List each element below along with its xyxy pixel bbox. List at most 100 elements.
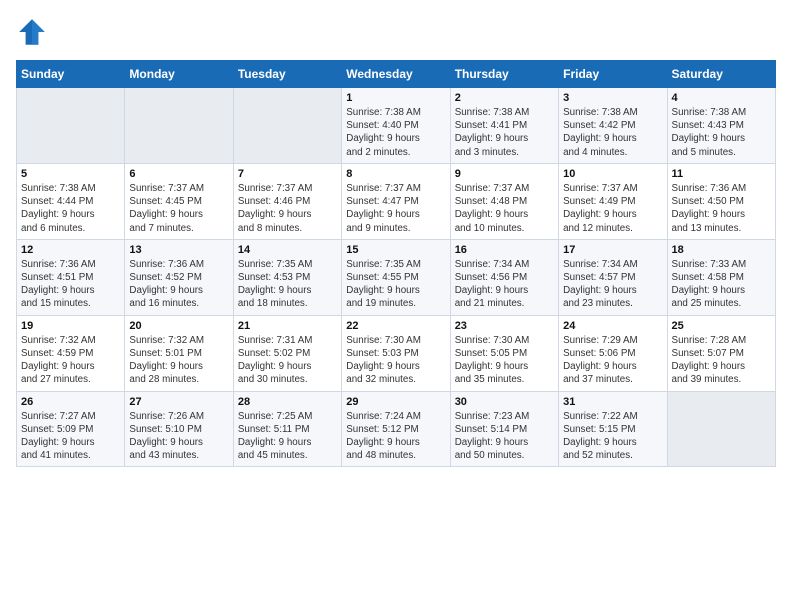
week-row-0: 1 Sunrise: 7:38 AM Sunset: 4:40 PM Daylig…	[17, 88, 776, 164]
day-cell: 2Sunrise: 7:38 AM Sunset: 4:41 PM Daylig…	[450, 88, 558, 164]
day-cell: 9 Sunrise: 7:37 AM Sunset: 4:48 PM Daylig…	[450, 163, 558, 239]
days-header-row: SundayMondayTuesdayWednesdayThursdayFrid…	[17, 61, 776, 88]
day-number: 11	[672, 168, 771, 180]
day-cell: 11 Sunrise: 7:36 AM Sunset: 4:50 PM Dayli…	[667, 163, 775, 239]
header-tuesday: Tuesday	[233, 61, 341, 88]
day-info: Sunrise: 7:26 AM Sunset: 5:10 PM Dayligh…	[129, 410, 228, 463]
day-cell: 13 Sunrise: 7:36 AM Sunset: 4:52 PM Dayli…	[125, 239, 233, 315]
day-cell: 7 Sunrise: 7:37 AM Sunset: 4:46 PM Daylig…	[233, 163, 341, 239]
day-cell	[233, 88, 341, 164]
day-info: Sunrise: 7:36 AM Sunset: 4:51 PM Dayligh…	[21, 258, 120, 311]
header-friday: Friday	[559, 61, 667, 88]
day-info: Sunrise: 7:38 AM Sunset: 4:40 PM Dayligh…	[346, 106, 445, 159]
day-cell: 23 Sunrise: 7:30 AM Sunset: 5:05 PM Dayli…	[450, 315, 558, 391]
day-info: Sunrise: 7:27 AM Sunset: 5:09 PM Dayligh…	[21, 410, 120, 463]
day-info: Sunrise: 7:38 AM Sunset: 4:44 PM Dayligh…	[21, 182, 120, 235]
day-cell: 6 Sunrise: 7:37 AM Sunset: 4:45 PM Daylig…	[125, 163, 233, 239]
day-cell: 31 Sunrise: 7:22 AM Sunset: 5:15 PM Dayli…	[559, 391, 667, 467]
logo-icon	[16, 16, 48, 48]
day-cell: 8Sunrise: 7:37 AM Sunset: 4:47 PM Daylig…	[342, 163, 450, 239]
day-number: 18	[672, 244, 771, 256]
week-row-1: 5Sunrise: 7:38 AM Sunset: 4:44 PM Daylig…	[17, 163, 776, 239]
day-info: Sunrise: 7:37 AM Sunset: 4:45 PM Dayligh…	[129, 182, 228, 235]
day-cell: 4 Sunrise: 7:38 AM Sunset: 4:43 PM Daylig…	[667, 88, 775, 164]
day-cell	[125, 88, 233, 164]
day-cell: 18 Sunrise: 7:33 AM Sunset: 4:58 PM Dayli…	[667, 239, 775, 315]
day-number: 15	[346, 244, 445, 256]
day-info: Sunrise: 7:37 AM Sunset: 4:46 PM Dayligh…	[238, 182, 337, 235]
day-info: Sunrise: 7:22 AM Sunset: 5:15 PM Dayligh…	[563, 410, 662, 463]
calendar-table: SundayMondayTuesdayWednesdayThursdayFrid…	[16, 60, 776, 467]
header-saturday: Saturday	[667, 61, 775, 88]
day-cell: 20 Sunrise: 7:32 AM Sunset: 5:01 PM Dayli…	[125, 315, 233, 391]
day-number: 19	[21, 320, 120, 332]
day-cell: 12 Sunrise: 7:36 AM Sunset: 4:51 PM Dayli…	[17, 239, 125, 315]
day-info: Sunrise: 7:36 AM Sunset: 4:50 PM Dayligh…	[672, 182, 771, 235]
day-info: Sunrise: 7:24 AM Sunset: 5:12 PM Dayligh…	[346, 410, 445, 463]
day-cell: 25 Sunrise: 7:28 AM Sunset: 5:07 PM Dayli…	[667, 315, 775, 391]
day-number: 20	[129, 320, 228, 332]
day-cell: 17Sunrise: 7:34 AM Sunset: 4:57 PM Dayli…	[559, 239, 667, 315]
day-number: 27	[129, 396, 228, 408]
day-info: Sunrise: 7:35 AM Sunset: 4:55 PM Dayligh…	[346, 258, 445, 311]
day-info: Sunrise: 7:32 AM Sunset: 4:59 PM Dayligh…	[21, 334, 120, 387]
day-info: Sunrise: 7:25 AM Sunset: 5:11 PM Dayligh…	[238, 410, 337, 463]
header-sunday: Sunday	[17, 61, 125, 88]
week-row-2: 12 Sunrise: 7:36 AM Sunset: 4:51 PM Dayli…	[17, 239, 776, 315]
day-number: 21	[238, 320, 337, 332]
day-cell: 22Sunrise: 7:30 AM Sunset: 5:03 PM Dayli…	[342, 315, 450, 391]
day-number: 10	[563, 168, 662, 180]
day-cell: 10 Sunrise: 7:37 AM Sunset: 4:49 PM Dayli…	[559, 163, 667, 239]
day-cell: 26Sunrise: 7:27 AM Sunset: 5:09 PM Dayli…	[17, 391, 125, 467]
day-info: Sunrise: 7:32 AM Sunset: 5:01 PM Dayligh…	[129, 334, 228, 387]
day-cell: 14Sunrise: 7:35 AM Sunset: 4:53 PM Dayli…	[233, 239, 341, 315]
header-thursday: Thursday	[450, 61, 558, 88]
day-info: Sunrise: 7:37 AM Sunset: 4:48 PM Dayligh…	[455, 182, 554, 235]
day-info: Sunrise: 7:38 AM Sunset: 4:43 PM Dayligh…	[672, 106, 771, 159]
day-info: Sunrise: 7:36 AM Sunset: 4:52 PM Dayligh…	[129, 258, 228, 311]
day-cell: 1 Sunrise: 7:38 AM Sunset: 4:40 PM Daylig…	[342, 88, 450, 164]
day-number: 16	[455, 244, 554, 256]
day-cell: 21Sunrise: 7:31 AM Sunset: 5:02 PM Dayli…	[233, 315, 341, 391]
day-info: Sunrise: 7:38 AM Sunset: 4:41 PM Dayligh…	[455, 106, 554, 159]
day-number: 13	[129, 244, 228, 256]
day-number: 23	[455, 320, 554, 332]
week-row-3: 19 Sunrise: 7:32 AM Sunset: 4:59 PM Dayli…	[17, 315, 776, 391]
header-monday: Monday	[125, 61, 233, 88]
day-number: 22	[346, 320, 445, 332]
day-info: Sunrise: 7:37 AM Sunset: 4:49 PM Dayligh…	[563, 182, 662, 235]
day-cell: 5Sunrise: 7:38 AM Sunset: 4:44 PM Daylig…	[17, 163, 125, 239]
day-cell: 30Sunrise: 7:23 AM Sunset: 5:14 PM Dayli…	[450, 391, 558, 467]
logo	[16, 16, 52, 48]
day-info: Sunrise: 7:37 AM Sunset: 4:47 PM Dayligh…	[346, 182, 445, 235]
day-cell: 19 Sunrise: 7:32 AM Sunset: 4:59 PM Dayli…	[17, 315, 125, 391]
day-number: 28	[238, 396, 337, 408]
day-number: 7	[238, 168, 337, 180]
day-number: 6	[129, 168, 228, 180]
day-number: 12	[21, 244, 120, 256]
day-number: 31	[563, 396, 662, 408]
day-cell: 29 Sunrise: 7:24 AM Sunset: 5:12 PM Dayli…	[342, 391, 450, 467]
day-info: Sunrise: 7:30 AM Sunset: 5:05 PM Dayligh…	[455, 334, 554, 387]
day-number: 24	[563, 320, 662, 332]
day-number: 17	[563, 244, 662, 256]
day-number: 25	[672, 320, 771, 332]
day-number: 1	[346, 92, 445, 104]
day-cell	[667, 391, 775, 467]
day-cell: 16Sunrise: 7:34 AM Sunset: 4:56 PM Dayli…	[450, 239, 558, 315]
day-cell: 3 Sunrise: 7:38 AM Sunset: 4:42 PM Daylig…	[559, 88, 667, 164]
day-info: Sunrise: 7:33 AM Sunset: 4:58 PM Dayligh…	[672, 258, 771, 311]
day-number: 14	[238, 244, 337, 256]
day-info: Sunrise: 7:28 AM Sunset: 5:07 PM Dayligh…	[672, 334, 771, 387]
page: SundayMondayTuesdayWednesdayThursdayFrid…	[0, 0, 792, 612]
day-number: 9	[455, 168, 554, 180]
day-number: 29	[346, 396, 445, 408]
day-number: 30	[455, 396, 554, 408]
day-cell: 28 Sunrise: 7:25 AM Sunset: 5:11 PM Dayli…	[233, 391, 341, 467]
day-cell: 24 Sunrise: 7:29 AM Sunset: 5:06 PM Dayli…	[559, 315, 667, 391]
day-info: Sunrise: 7:38 AM Sunset: 4:42 PM Dayligh…	[563, 106, 662, 159]
day-cell: 15 Sunrise: 7:35 AM Sunset: 4:55 PM Dayli…	[342, 239, 450, 315]
day-number: 4	[672, 92, 771, 104]
day-number: 3	[563, 92, 662, 104]
day-info: Sunrise: 7:29 AM Sunset: 5:06 PM Dayligh…	[563, 334, 662, 387]
